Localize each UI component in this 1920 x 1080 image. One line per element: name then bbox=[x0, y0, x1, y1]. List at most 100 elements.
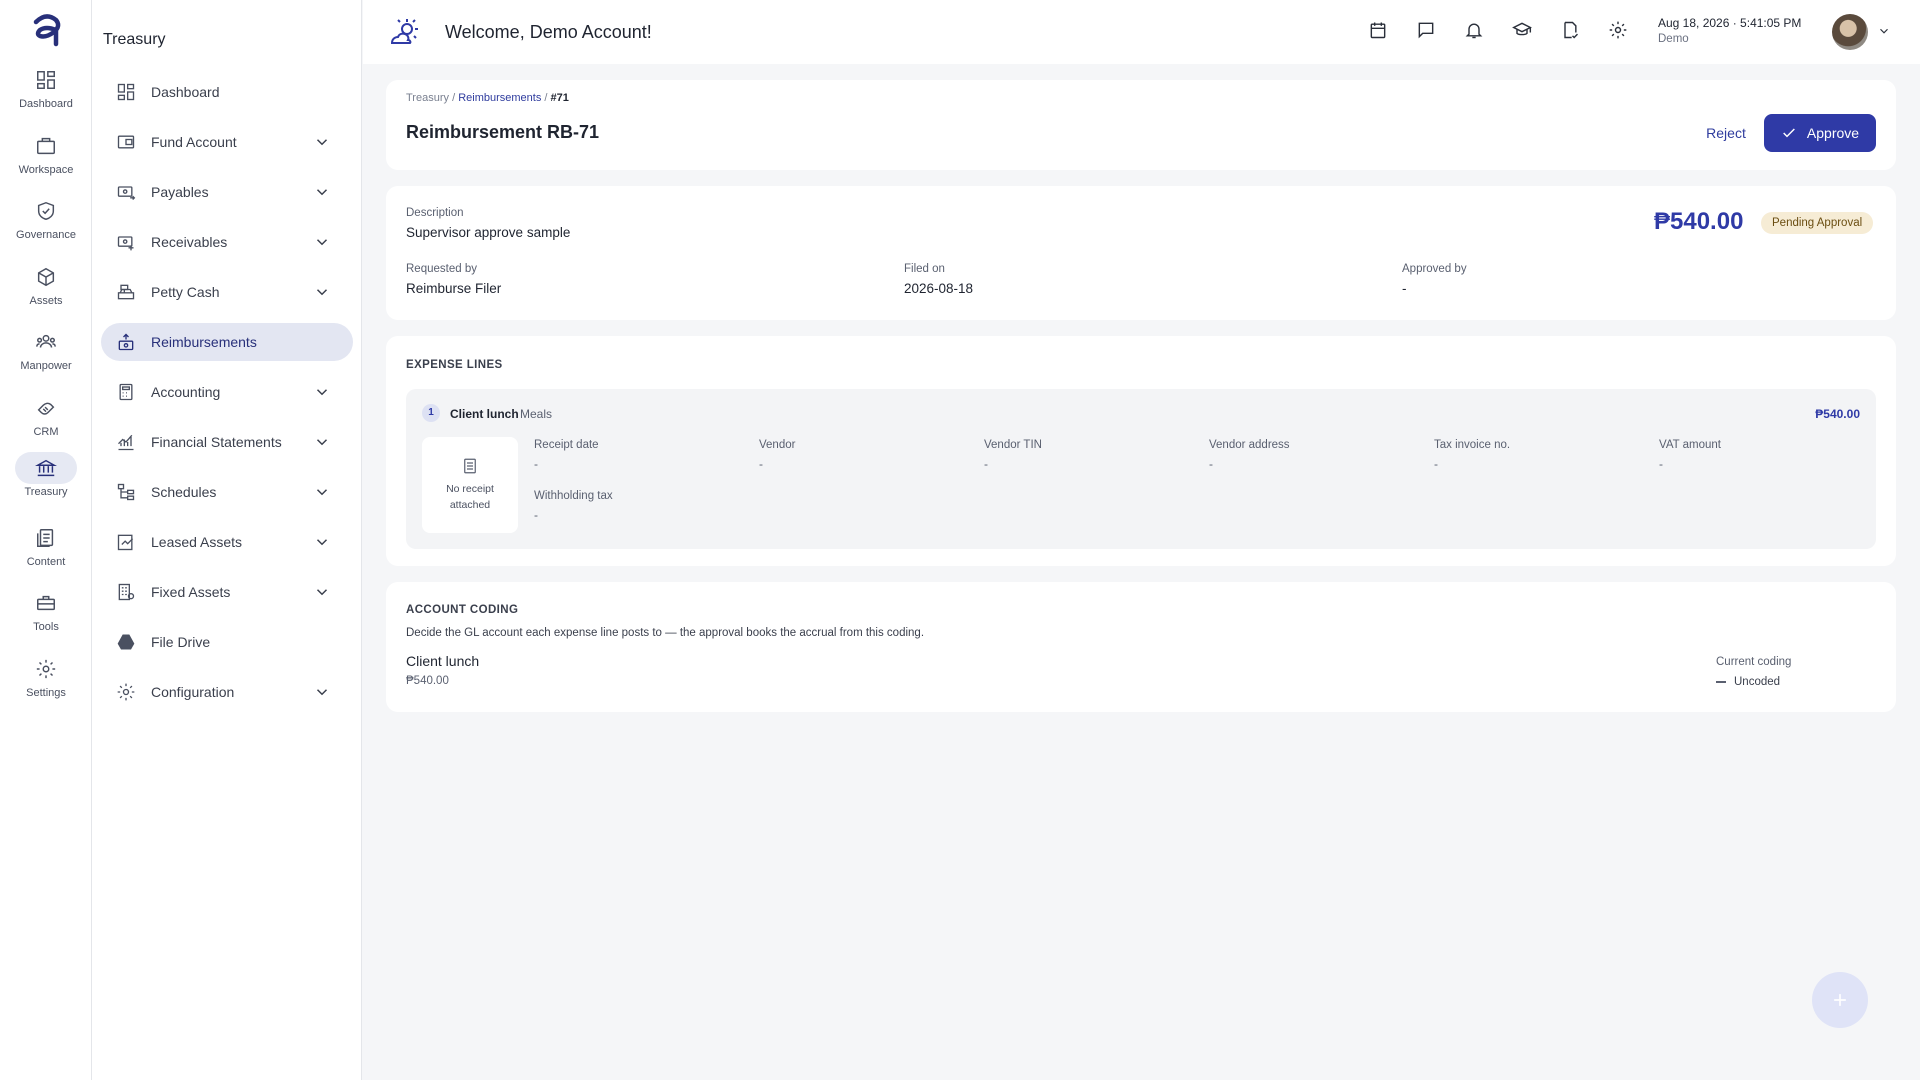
account-coding-title: ACCOUNT CODING bbox=[406, 604, 519, 616]
money-out-icon bbox=[115, 181, 137, 203]
app-rail: Dashboard Workspace Governance Assets Ma… bbox=[0, 0, 92, 1080]
field-value: - bbox=[1209, 457, 1213, 471]
cash-register-icon bbox=[115, 281, 137, 303]
sidebar-item-accounting[interactable]: Accounting bbox=[101, 373, 353, 411]
sidebar-item-financial-statements[interactable]: Financial Statements bbox=[101, 423, 353, 461]
sidebar-item-label: Fund Account bbox=[151, 134, 237, 150]
field-label: Receipt date bbox=[534, 439, 599, 451]
breadcrumb-root[interactable]: Treasury bbox=[406, 92, 449, 104]
chart-icon bbox=[115, 431, 137, 453]
app-logo-icon[interactable] bbox=[28, 10, 64, 50]
field-value: - bbox=[1434, 457, 1438, 471]
rail-label: Governance bbox=[16, 229, 76, 241]
dashboard-icon bbox=[15, 64, 77, 96]
description-value: Supervisor approve sample bbox=[406, 225, 571, 240]
chevron-down-icon[interactable] bbox=[313, 483, 331, 501]
chat-icon[interactable] bbox=[1416, 20, 1438, 42]
rail-label: Assets bbox=[29, 295, 63, 307]
sidebar-item-leased-assets[interactable]: Leased Assets bbox=[101, 523, 353, 561]
rail-item-workspace[interactable]: Workspace bbox=[0, 130, 92, 186]
calculator-icon bbox=[115, 381, 137, 403]
sidebar-item-receivables[interactable]: Receivables bbox=[101, 223, 353, 261]
breadcrumb-separator: / bbox=[544, 92, 548, 104]
add-fab-button[interactable] bbox=[1812, 972, 1868, 1028]
chevron-down-icon[interactable] bbox=[313, 233, 331, 251]
rail-item-assets[interactable]: Assets bbox=[0, 261, 92, 317]
sidebar-item-reimbursements[interactable]: Reimbursements bbox=[101, 323, 353, 361]
sidebar-title: Treasury bbox=[103, 31, 166, 48]
page-header-card: Treasury / Reimbursements / #71 Reimburs… bbox=[386, 80, 1896, 170]
line-category: Meals bbox=[520, 407, 553, 421]
rail-item-governance[interactable]: Governance bbox=[0, 195, 92, 251]
rail-item-content[interactable]: Content bbox=[0, 522, 92, 578]
rail-item-manpower[interactable]: Manpower bbox=[0, 326, 92, 382]
breadcrumb-current: #71 bbox=[550, 92, 569, 104]
cube-icon bbox=[15, 261, 77, 293]
building-icon bbox=[115, 581, 137, 603]
field-value: - bbox=[759, 457, 763, 471]
sidebar-item-label: Fixed Assets bbox=[151, 584, 231, 600]
rail-label: Manpower bbox=[20, 360, 72, 372]
reject-button[interactable]: Reject bbox=[1694, 116, 1758, 150]
field-label: Vendor bbox=[759, 439, 796, 451]
top-header: Welcome, Demo Account! Aug 18, 2026 · 5:… bbox=[363, 0, 1920, 64]
rail-item-treasury[interactable]: Treasury bbox=[0, 452, 92, 508]
sidebar-item-payables[interactable]: Payables bbox=[101, 173, 353, 211]
wallet-icon bbox=[115, 131, 137, 153]
bell-icon[interactable] bbox=[1464, 20, 1486, 42]
chevron-down-icon[interactable] bbox=[1877, 24, 1891, 38]
sidebar-item-petty-cash[interactable]: Petty Cash bbox=[101, 273, 353, 311]
graduation-cap-icon[interactable] bbox=[1512, 20, 1534, 42]
gear-icon[interactable] bbox=[1608, 20, 1630, 42]
rail-item-crm[interactable]: CRM bbox=[0, 392, 92, 448]
sidebar-item-label: Receivables bbox=[151, 234, 228, 250]
chevron-down-icon[interactable] bbox=[313, 283, 331, 301]
sidebar-item-schedules[interactable]: Schedules bbox=[101, 473, 353, 511]
rail-label: Settings bbox=[26, 687, 66, 699]
avatar[interactable] bbox=[1832, 14, 1868, 50]
chevron-down-icon[interactable] bbox=[313, 183, 331, 201]
chevron-down-icon[interactable] bbox=[313, 583, 331, 601]
sidebar-item-label: Petty Cash bbox=[151, 284, 220, 300]
current-coding-label: Current coding bbox=[1716, 656, 1792, 668]
field-label: VAT amount bbox=[1659, 439, 1722, 451]
calendar-icon[interactable] bbox=[1368, 20, 1390, 42]
rail-item-tools[interactable]: Tools bbox=[0, 587, 92, 643]
rail-item-dashboard[interactable]: Dashboard bbox=[0, 64, 92, 120]
line-amount: ₱540.00 bbox=[1815, 407, 1860, 421]
summary-card: Description Supervisor approve sample ₱5… bbox=[386, 186, 1896, 320]
chevron-down-icon[interactable] bbox=[313, 433, 331, 451]
current-coding-value[interactable]: Uncoded bbox=[1716, 676, 1780, 688]
requested-by-label: Requested by bbox=[406, 263, 477, 275]
receipt-placeholder[interactable]: No receipt attached bbox=[422, 437, 518, 533]
sun-cloud-logo-icon bbox=[387, 16, 421, 50]
approve-button[interactable]: Approve bbox=[1764, 114, 1876, 152]
chevron-down-icon[interactable] bbox=[313, 133, 331, 151]
sidebar-item-file-drive[interactable]: File Drive bbox=[101, 623, 353, 661]
sidebar-item-fund-account[interactable]: Fund Account bbox=[101, 123, 353, 161]
sidebar-item-fixed-assets[interactable]: Fixed Assets bbox=[101, 573, 353, 611]
status-badge: Pending Approval bbox=[1761, 212, 1874, 234]
rail-item-settings[interactable]: Settings bbox=[0, 653, 92, 709]
header-subtitle: Demo bbox=[1658, 33, 1689, 45]
sidebar-item-dashboard[interactable]: Dashboard bbox=[101, 73, 353, 111]
sidebar-item-label: Leased Assets bbox=[151, 534, 243, 550]
chevron-down-icon[interactable] bbox=[313, 683, 331, 701]
current-coding-text: Uncoded bbox=[1734, 676, 1781, 688]
sidebar-item-label: Financial Statements bbox=[151, 434, 282, 450]
approve-button-label: Approve bbox=[1806, 125, 1860, 141]
account-coding-description: Decide the GL account each expense line … bbox=[406, 627, 925, 639]
document-check-icon[interactable] bbox=[1560, 20, 1582, 42]
bank-icon bbox=[15, 452, 77, 484]
description-label: Description bbox=[406, 207, 464, 219]
breadcrumb-reimbursements[interactable]: Reimbursements bbox=[458, 92, 541, 104]
shield-check-icon bbox=[15, 195, 77, 227]
header-datetime: Aug 18, 2026 · 5:41:05 PM bbox=[1658, 16, 1802, 30]
sidebar-item-configuration[interactable]: Configuration bbox=[101, 673, 353, 711]
field-value: - bbox=[534, 508, 538, 522]
chevron-down-icon[interactable] bbox=[313, 533, 331, 551]
chevron-down-icon[interactable] bbox=[313, 383, 331, 401]
document-icon bbox=[15, 522, 77, 554]
sidebar-item-label: Dashboard bbox=[151, 84, 220, 100]
approved-by-label: Approved by bbox=[1402, 263, 1467, 275]
